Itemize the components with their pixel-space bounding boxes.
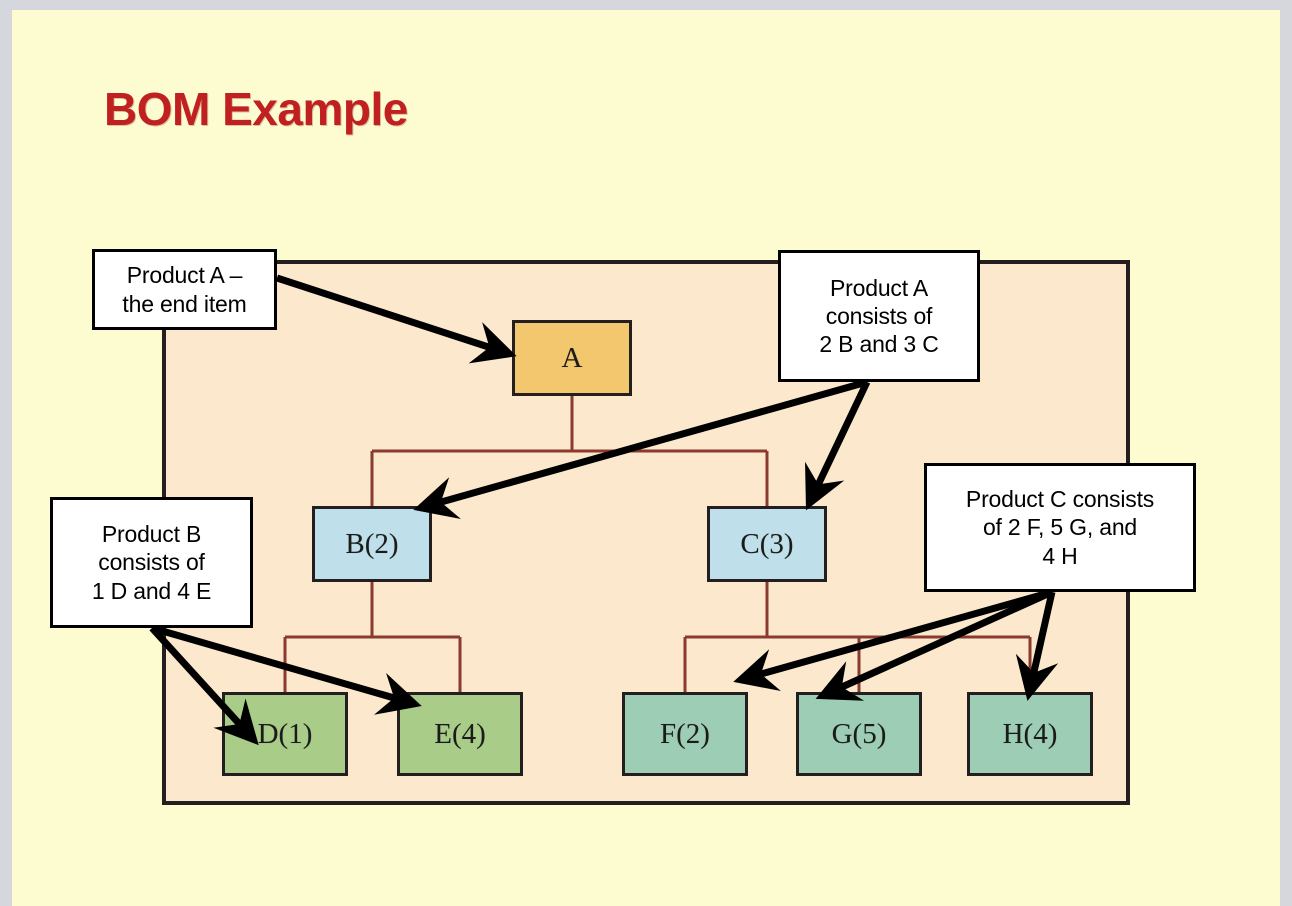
bom-node-g: G(5) (796, 692, 922, 776)
bom-node-b: B(2) (312, 506, 432, 582)
bom-node-a: A (512, 320, 632, 396)
slide-canvas: BOM Example A B(2) C(3) D(1) E(4) F(2) G(5) H(4… (12, 10, 1280, 906)
bom-node-e: E(4) (397, 692, 523, 776)
bom-node-d: D(1) (222, 692, 348, 776)
bom-node-h: H(4) (967, 692, 1093, 776)
callout-c-children: Product C consists of 2 F, 5 G, and 4 H (924, 463, 1196, 592)
page-title: BOM Example (104, 83, 408, 135)
callout-product-a: Product A – the end item (92, 249, 277, 330)
callout-b-children: Product B consists of 1 D and 4 E (50, 497, 253, 628)
bom-node-f: F(2) (622, 692, 748, 776)
callout-a-children: Product A consists of 2 B and 3 C (778, 250, 980, 382)
bom-node-c: C(3) (707, 506, 827, 582)
